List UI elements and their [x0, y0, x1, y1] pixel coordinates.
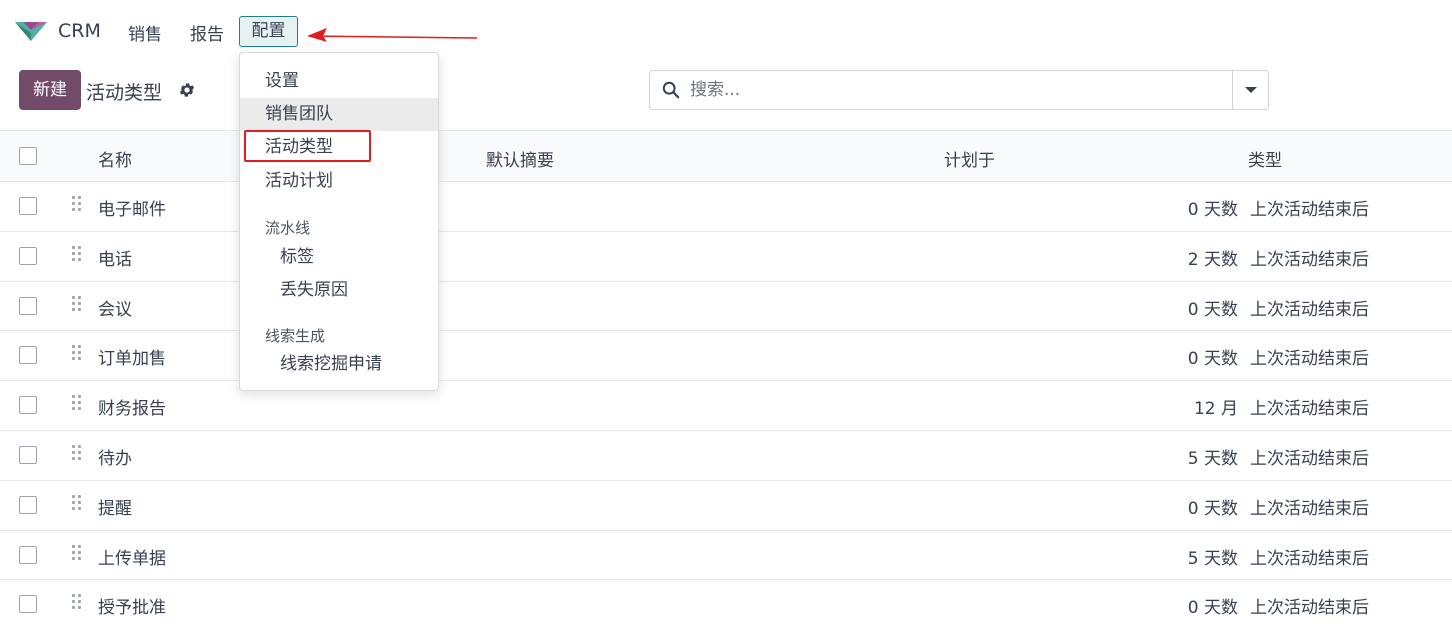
- row-checkbox[interactable]: [19, 445, 37, 464]
- cell-type: 上次活动结束后: [1250, 249, 1369, 270]
- drag-handle-icon[interactable]: [72, 245, 82, 264]
- row-checkbox[interactable]: [19, 197, 37, 215]
- new-button[interactable]: 新建: [19, 70, 81, 110]
- cell-planned: 5 天数: [1187, 548, 1238, 569]
- table-row[interactable]: 电话 2 天数 上次活动结束后: [0, 231, 1452, 282]
- row-checkbox[interactable]: [19, 595, 37, 614]
- cell-planned: 0 天数: [1187, 299, 1238, 320]
- search-options-toggle[interactable]: [1232, 71, 1268, 109]
- row-checkbox[interactable]: [19, 545, 37, 564]
- cell-name: 提醒: [98, 498, 132, 519]
- row-checkbox[interactable]: [19, 495, 37, 514]
- table-row[interactable]: 上传单据 5 天数 上次活动结束后: [0, 530, 1452, 581]
- cell-name: 待办: [98, 448, 132, 469]
- cell-type: 上次活动结束后: [1250, 349, 1369, 370]
- cell-name: 电话: [98, 249, 132, 270]
- cell-name: 会议: [98, 299, 132, 320]
- menu-item-lost-reasons[interactable]: 丢失原因: [240, 274, 438, 307]
- row-checkbox[interactable]: [19, 296, 37, 315]
- drag-handle-icon[interactable]: [72, 345, 82, 363]
- select-all-checkbox[interactable]: [19, 147, 37, 165]
- table-row[interactable]: 财务报告 12 月上次活动结束后: [0, 381, 1452, 431]
- menu-item-activity-plans[interactable]: 活动计划: [240, 165, 438, 198]
- row-checkbox[interactable]: [19, 396, 37, 415]
- table-row[interactable]: 订单加售 0 天数 上次活动结束后: [0, 331, 1452, 382]
- crm-logo-icon[interactable]: [14, 19, 48, 43]
- table-header: 名称 默认摘要 计划于 类型: [0, 130, 1452, 182]
- drag-handle-icon[interactable]: [72, 196, 82, 214]
- menu-section-lead-generation: 线索生成: [265, 327, 326, 345]
- table-row[interactable]: 电子邮件 0 天数 上次活动结束后: [0, 182, 1452, 232]
- table-row[interactable]: 提醒 0 天数 上次活动结束后: [0, 480, 1452, 531]
- drag-handle-icon[interactable]: [72, 444, 82, 463]
- cell-type: 上次活动结束后: [1250, 598, 1369, 619]
- search-input[interactable]: [690, 72, 1230, 108]
- app-name[interactable]: CRM: [58, 20, 101, 42]
- row-checkbox[interactable]: [19, 346, 37, 365]
- cell-type: 上次活动结束后: [1250, 299, 1369, 320]
- column-header-name[interactable]: 名称: [98, 146, 132, 171]
- drag-handle-icon[interactable]: [72, 594, 82, 612]
- drag-handle-icon[interactable]: [72, 494, 82, 513]
- cell-planned: 0 天数: [1187, 200, 1238, 220]
- column-header-summary[interactable]: 默认摘要: [486, 146, 554, 171]
- table-row[interactable]: 授予批准 0 天数 上次活动结束后: [0, 580, 1452, 629]
- drag-handle-icon[interactable]: [72, 295, 82, 314]
- cell-type: 上次活动结束后: [1250, 548, 1369, 569]
- menu-item-sales-teams[interactable]: 销售团队: [240, 98, 438, 131]
- column-header-type[interactable]: 类型: [1248, 146, 1282, 171]
- search-icon: [662, 81, 680, 99]
- cell-type: 上次活动结束后: [1250, 399, 1369, 420]
- page-title: 活动类型: [86, 82, 163, 104]
- cell-planned: 12 月: [1193, 399, 1238, 420]
- cell-planned: 0 天数: [1187, 349, 1238, 370]
- menu-item-lead-mining-requests[interactable]: 线索挖掘申请: [240, 348, 438, 381]
- menu-item-settings[interactable]: 设置: [240, 65, 438, 98]
- column-header-planned[interactable]: 计划于: [944, 146, 995, 171]
- activity-types-table: 名称 默认摘要 计划于 类型 电子邮件 0 天数 上次活动结束后 电话 2 天数 上次活动…: [0, 130, 1452, 629]
- cell-planned: 0 天数: [1187, 498, 1238, 519]
- menu-item-tags[interactable]: 标签: [240, 241, 438, 274]
- row-checkbox[interactable]: [19, 246, 37, 265]
- cell-planned: 0 天数: [1187, 598, 1238, 619]
- cell-type: 上次活动结束后: [1250, 448, 1369, 469]
- drag-handle-icon[interactable]: [72, 544, 82, 563]
- drag-handle-icon[interactable]: [72, 395, 82, 413]
- cell-type: 上次活动结束后: [1250, 200, 1369, 220]
- menu-config[interactable]: 配置: [239, 16, 298, 47]
- config-dropdown-menu: 设置 销售团队 活动类型 活动计划 流水线 标签 丢失原因 线索生成 线索挖掘申…: [239, 52, 439, 391]
- cell-name: 财务报告: [98, 399, 166, 420]
- cell-type: 上次活动结束后: [1250, 498, 1369, 519]
- cell-name: 订单加售: [98, 349, 166, 370]
- cell-name: 电子邮件: [98, 200, 166, 220]
- search-bar: [649, 70, 1269, 110]
- table-row[interactable]: 会议 0 天数 上次活动结束后: [0, 281, 1452, 332]
- gear-icon[interactable]: [178, 81, 196, 99]
- cell-planned: 5 天数: [1187, 448, 1238, 469]
- table-body: 电子邮件 0 天数 上次活动结束后 电话 2 天数 上次活动结束后 会议 0 天数 上次活动结束…: [0, 182, 1452, 629]
- table-row[interactable]: 待办 5 天数 上次活动结束后: [0, 430, 1452, 481]
- menu-section-pipeline: 流水线: [265, 219, 311, 237]
- annotation-highlight-box: [244, 130, 371, 162]
- menu-sales[interactable]: 销售: [128, 20, 162, 45]
- annotation-arrow-icon: [307, 28, 477, 42]
- cell-name: 上传单据: [98, 548, 166, 569]
- menu-reports[interactable]: 报告: [190, 20, 224, 45]
- cell-planned: 2 天数: [1187, 249, 1238, 270]
- top-navbar: CRM 销售 报告 配置: [0, 0, 1452, 62]
- cell-name: 授予批准: [98, 598, 166, 619]
